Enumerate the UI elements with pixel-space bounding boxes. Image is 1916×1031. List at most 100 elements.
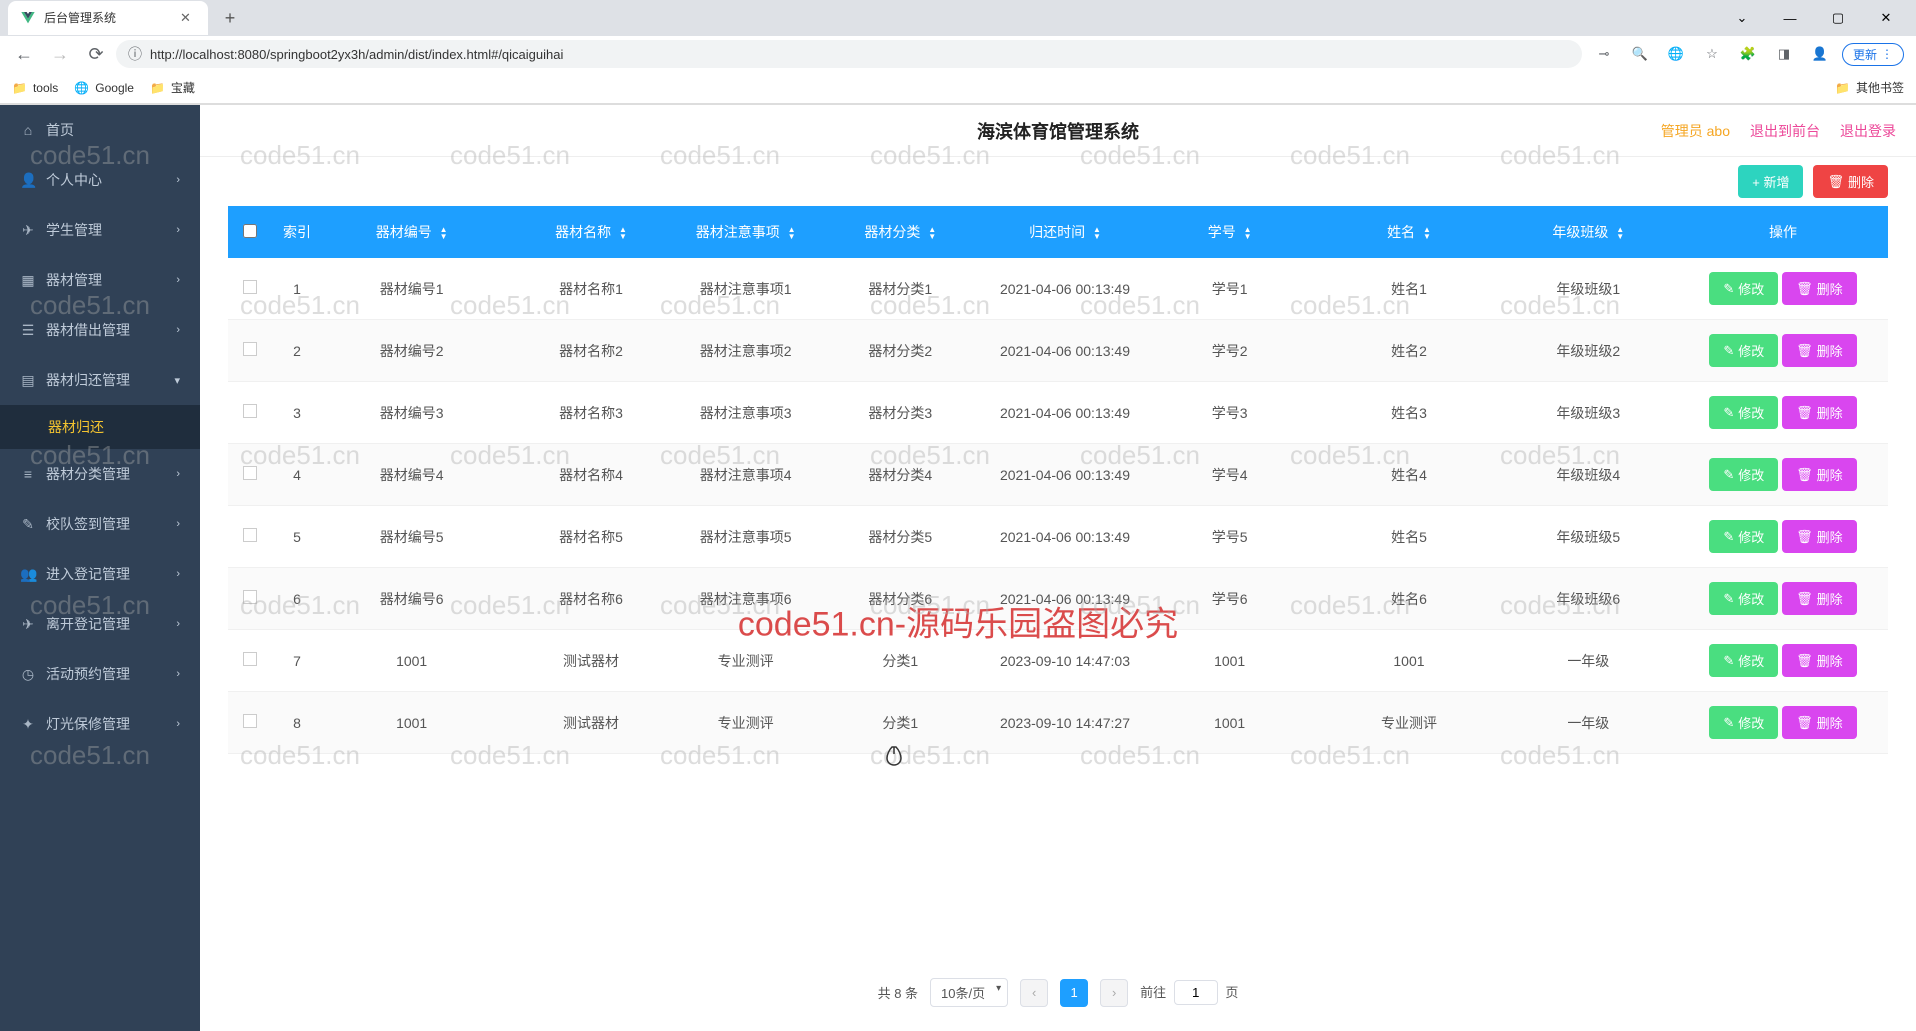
other-bookmarks[interactable]: 📁 其他书签 <box>1835 79 1904 96</box>
side-panel-icon[interactable]: ◨ <box>1770 40 1798 68</box>
column-header[interactable]: 姓名 ▲▼ <box>1319 206 1498 258</box>
sidebar-item-0[interactable]: ⌂首页 <box>0 105 200 155</box>
row-checkbox[interactable] <box>243 528 257 542</box>
sidebar-subitem[interactable]: 器材归还 <box>0 405 200 449</box>
next-page-button[interactable]: › <box>1100 979 1128 1007</box>
new-tab-button[interactable]: + <box>216 4 244 32</box>
page-jump-input[interactable] <box>1174 980 1218 1005</box>
column-header[interactable]: 器材分类 ▲▼ <box>811 206 990 258</box>
edit-button[interactable]: ✎ 修改 <box>1709 644 1778 677</box>
translate-icon[interactable]: 🌐 <box>1662 40 1690 68</box>
url-input[interactable] <box>150 47 1570 62</box>
update-button[interactable]: 更新⋮ <box>1842 43 1904 66</box>
row-checkbox[interactable] <box>243 714 257 728</box>
admin-label: 管理员 abo <box>1661 121 1730 141</box>
select-all-checkbox[interactable] <box>243 224 257 238</box>
extensions-icon[interactable]: 🧩 <box>1734 40 1762 68</box>
minimize-button[interactable]: — <box>1768 3 1812 33</box>
column-header[interactable]: 器材名称 ▲▼ <box>501 206 680 258</box>
delete-button[interactable]: 🗑 删除 <box>1782 520 1857 553</box>
table-row: 3器材编号3器材名称3器材注意事项3器材分类32021-04-06 00:13:… <box>228 382 1888 444</box>
row-checkbox[interactable] <box>243 404 257 418</box>
sidebar-item-10[interactable]: ◷活动预约管理› <box>0 649 200 699</box>
close-tab-icon[interactable]: ✕ <box>180 10 196 26</box>
cell-actions: ✎ 修改 🗑 删除 <box>1678 444 1888 506</box>
key-icon[interactable]: ⊸ <box>1590 40 1618 68</box>
cell-name: 器材名称2 <box>501 320 680 382</box>
chevron-down-icon[interactable]: ⌄ <box>1720 3 1764 33</box>
delete-button[interactable]: 🗑 删除 <box>1782 582 1857 615</box>
column-header[interactable]: 器材注意事项 ▲▼ <box>681 206 811 258</box>
sort-icon: ▲▼ <box>1244 226 1252 240</box>
column-header[interactable]: 学号 ▲▼ <box>1140 206 1319 258</box>
edit-button[interactable]: ✎ 修改 <box>1709 706 1778 739</box>
column-header[interactable]: 操作 <box>1678 206 1888 258</box>
delete-button[interactable]: 🗑 删除 <box>1782 334 1857 367</box>
sidebar-item-6[interactable]: ≡器材分类管理› <box>0 449 200 499</box>
logout-link[interactable]: 退出登录 <box>1840 121 1896 141</box>
bookmark-star-icon[interactable]: ☆ <box>1698 40 1726 68</box>
cell-sno: 1001 <box>1140 692 1319 754</box>
column-header[interactable]: 归还时间 ▲▼ <box>990 206 1140 258</box>
sidebar-item-3[interactable]: ▦器材管理› <box>0 255 200 305</box>
chevron-right-icon: › <box>176 468 180 480</box>
nav-icon: ✈ <box>20 222 36 239</box>
sidebar: ⌂首页👤个人中心›✈学生管理›▦器材管理›☰器材借出管理›▤器材归还管理▾器材归… <box>0 105 200 1031</box>
column-header[interactable]: 器材编号 ▲▼ <box>322 206 501 258</box>
close-window-button[interactable]: ✕ <box>1864 3 1908 33</box>
row-checkbox[interactable] <box>243 466 257 480</box>
bookmark-treasure[interactable]: 📁 宝藏 <box>150 79 195 96</box>
add-button[interactable]: + 新增 <box>1738 165 1803 198</box>
pencil-icon: ✎ <box>1723 591 1734 607</box>
page-size-selector[interactable]: 10条/页 ▾ <box>930 978 1008 1007</box>
forward-button[interactable]: → <box>44 38 76 70</box>
sidebar-item-5[interactable]: ▤器材归还管理▾ <box>0 355 200 405</box>
sidebar-item-1[interactable]: 👤个人中心› <box>0 155 200 205</box>
page-number-button[interactable]: 1 <box>1060 979 1088 1007</box>
reload-button[interactable]: ⟳ <box>80 38 112 70</box>
row-checkbox[interactable] <box>243 342 257 356</box>
prev-page-button[interactable]: ‹ <box>1020 979 1048 1007</box>
column-header[interactable]: 索引 <box>272 206 322 258</box>
sidebar-item-7[interactable]: ✎校队签到管理› <box>0 499 200 549</box>
edit-button[interactable]: ✎ 修改 <box>1709 334 1778 367</box>
page-jump: 前往 页 <box>1140 980 1238 1005</box>
sidebar-item-9[interactable]: ✈离开登记管理› <box>0 599 200 649</box>
table-row: 71001测试器材专业测评分类12023-09-10 14:47:0310011… <box>228 630 1888 692</box>
edit-button[interactable]: ✎ 修改 <box>1709 582 1778 615</box>
nav-icon: 👤 <box>20 172 36 189</box>
bookmark-tools[interactable]: 📁 tools <box>12 81 58 95</box>
edit-button[interactable]: ✎ 修改 <box>1709 272 1778 305</box>
cell-grade: 一年级 <box>1499 692 1678 754</box>
sidebar-item-4[interactable]: ☰器材借出管理› <box>0 305 200 355</box>
row-checkbox[interactable] <box>243 652 257 666</box>
logout-front-link[interactable]: 退出到前台 <box>1750 121 1820 141</box>
search-icon[interactable]: 🔍 <box>1626 40 1654 68</box>
delete-button[interactable]: 🗑 删除 <box>1782 644 1857 677</box>
row-checkbox[interactable] <box>243 280 257 294</box>
delete-button[interactable]: 🗑 删除 <box>1782 706 1857 739</box>
edit-button[interactable]: ✎ 修改 <box>1709 396 1778 429</box>
sidebar-item-11[interactable]: ✦灯光保修管理› <box>0 699 200 749</box>
delete-button[interactable]: 🗑 删除 <box>1782 396 1857 429</box>
profile-icon[interactable]: 👤 <box>1806 40 1834 68</box>
row-checkbox[interactable] <box>243 590 257 604</box>
bookmark-google[interactable]: 🌐 Google <box>74 81 134 95</box>
sort-icon: ▲▼ <box>1093 226 1101 240</box>
maximize-button[interactable]: ▢ <box>1816 3 1860 33</box>
sidebar-item-2[interactable]: ✈学生管理› <box>0 205 200 255</box>
edit-button[interactable]: ✎ 修改 <box>1709 520 1778 553</box>
edit-button[interactable]: ✎ 修改 <box>1709 458 1778 491</box>
delete-button[interactable]: 🗑 删除 <box>1782 458 1857 491</box>
browser-chrome: 后台管理系统 ✕ + ⌄ — ▢ ✕ ← → ⟳ ⓘ ⊸ 🔍 🌐 ☆ 🧩 ◨ 👤… <box>0 0 1916 105</box>
back-button[interactable]: ← <box>8 38 40 70</box>
column-header[interactable]: 年级班级 ▲▼ <box>1499 206 1678 258</box>
sidebar-item-8[interactable]: 👥进入登记管理› <box>0 549 200 599</box>
delete-top-button[interactable]: 🗑 删除 <box>1813 165 1888 198</box>
cell-sname: 1001 <box>1319 630 1498 692</box>
delete-button[interactable]: 🗑 删除 <box>1782 272 1857 305</box>
cell-cat: 分类1 <box>811 692 990 754</box>
cell-name: 器材名称1 <box>501 258 680 320</box>
site-info-icon[interactable]: ⓘ <box>128 44 142 64</box>
browser-tab[interactable]: 后台管理系统 ✕ <box>8 1 208 35</box>
